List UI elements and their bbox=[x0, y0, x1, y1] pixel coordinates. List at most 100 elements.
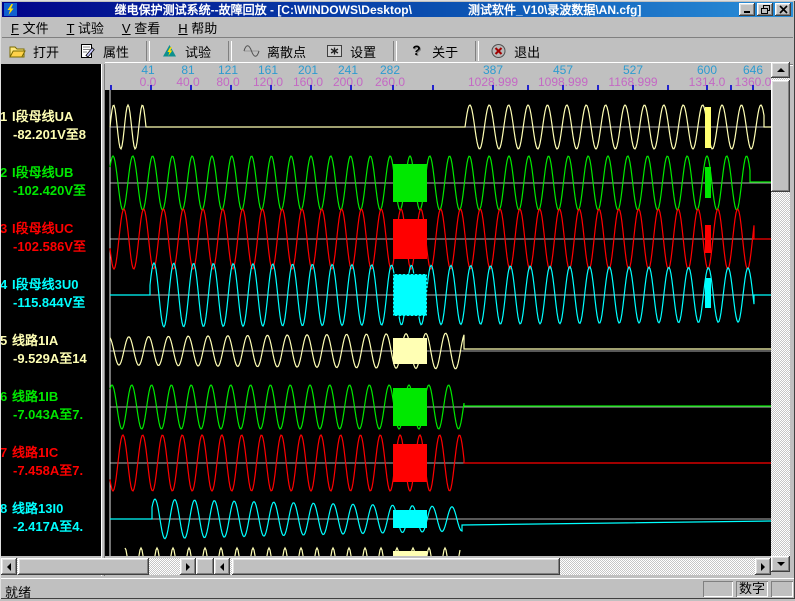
channel-range: -9.529A至14 bbox=[0, 350, 101, 368]
channel-label-6[interactable]: 6线路1IB-7.043A至7. bbox=[0, 388, 101, 424]
toolbar-button-label: 退出 bbox=[514, 42, 540, 61]
test-lightning-icon bbox=[161, 43, 178, 59]
channel-range: -2.417A至4. bbox=[0, 518, 101, 536]
fault-marker-square-ch5[interactable] bbox=[393, 338, 427, 364]
channel-name: 4I段母线3U0 bbox=[0, 276, 101, 294]
arrow-left-icon bbox=[7, 563, 11, 571]
window-title-right: 测试软件_V10\录波数据\AN.cfg] bbox=[468, 1, 641, 18]
channel-range: -115.844V至 bbox=[0, 294, 101, 312]
toolbar-button-打开[interactable]: 打开 bbox=[2, 40, 72, 63]
wave-hscroll-right-button[interactable] bbox=[755, 558, 771, 575]
fault-marker-square-ch8[interactable] bbox=[393, 510, 427, 528]
ruler-label: 282260.0 bbox=[350, 64, 430, 88]
channel-range: -102.586V至 bbox=[0, 238, 101, 256]
toolbar-button-关于[interactable]: ??关于 bbox=[401, 40, 471, 63]
toolbar-button-属性[interactable]: 属性 bbox=[72, 40, 142, 63]
status-ready-text: 就绪 bbox=[5, 582, 31, 601]
vscroll-thumb[interactable] bbox=[771, 80, 790, 192]
vertical-scrollbar[interactable] bbox=[771, 62, 790, 572]
channel-name: 3I段母线UC bbox=[0, 220, 101, 238]
channel-number: 1 bbox=[0, 108, 12, 126]
fault-marker-square-ch9[interactable] bbox=[393, 551, 427, 556]
scrollbar-splitter[interactable] bbox=[196, 558, 214, 575]
toolbar-button-离散点[interactable]: 离散点 bbox=[236, 40, 319, 63]
fault-marker-square-ch4[interactable] bbox=[393, 274, 427, 316]
fault-marker-square-ch3[interactable] bbox=[393, 219, 427, 259]
status-mode-panel: 数字 bbox=[736, 581, 768, 597]
open-folder-icon bbox=[9, 43, 26, 59]
minimize-button[interactable] bbox=[739, 3, 755, 16]
cursor-marker-bar-ch3[interactable] bbox=[705, 225, 711, 253]
toolbar-separator bbox=[475, 41, 479, 61]
label-hscroll-right-button[interactable] bbox=[180, 558, 196, 575]
channel-range: -82.201V至8 bbox=[0, 126, 101, 144]
arrow-right-icon bbox=[761, 563, 765, 571]
label-panel-hscrollbar[interactable] bbox=[1, 558, 196, 575]
channel-label-2[interactable]: 2I段母线UB-102.420V至 bbox=[0, 164, 101, 200]
toolbar-button-试验[interactable]: 试验 bbox=[154, 40, 224, 63]
channel-number: 6 bbox=[0, 388, 12, 406]
channel-label-7[interactable]: 7线路1IC-7.458A至7. bbox=[0, 444, 101, 480]
channel-label-8[interactable]: 8线路13I0-2.417A至4. bbox=[0, 500, 101, 536]
arrow-left-icon bbox=[220, 563, 224, 571]
exit-icon bbox=[490, 43, 507, 59]
cursor-marker-bar-ch2[interactable] bbox=[705, 167, 711, 198]
vscroll-down-button[interactable] bbox=[771, 556, 790, 572]
time-ruler: 410.08140.012180.0161120.0201160.0241200… bbox=[105, 62, 771, 91]
channel-number: 3 bbox=[0, 220, 12, 238]
toolbar-button-label: 设置 bbox=[350, 42, 376, 61]
fault-marker-square-ch6[interactable] bbox=[393, 388, 427, 426]
app-lightning-icon bbox=[4, 3, 17, 16]
toolbar-button-label: 离散点 bbox=[267, 42, 306, 61]
status-panel-empty-1 bbox=[703, 581, 733, 597]
channel-range: -7.043A至7. bbox=[0, 406, 101, 424]
svg-text:?: ? bbox=[412, 43, 421, 58]
arrow-right-icon bbox=[186, 563, 190, 571]
channel-label-3[interactable]: 3I段母线UC-102.586V至 bbox=[0, 220, 101, 256]
sine-wave-icon bbox=[243, 43, 260, 59]
cursor-marker-bar-ch1[interactable] bbox=[705, 107, 711, 148]
wave-hscroll-thumb[interactable] bbox=[232, 558, 560, 575]
channel-number: 7 bbox=[0, 444, 12, 462]
toolbar-separator bbox=[393, 41, 397, 61]
vscroll-up-button[interactable] bbox=[771, 62, 790, 78]
toolbar-button-设置[interactable]: 设置 bbox=[319, 40, 389, 63]
channel-name: 8线路13I0 bbox=[0, 500, 101, 518]
channel-number: 5 bbox=[0, 332, 12, 350]
channel-name: 2I段母线UB bbox=[0, 164, 101, 182]
toolbar-button-label: 试验 bbox=[185, 42, 211, 61]
menu-item-查看[interactable]: V 查看 bbox=[113, 16, 169, 39]
time-ms: 1360.0 bbox=[713, 76, 771, 88]
status-panel-empty-2 bbox=[771, 581, 793, 597]
toolbar-button-label: 打开 bbox=[33, 42, 59, 61]
ruler-label: 6461360.0 bbox=[713, 64, 771, 88]
waveform-hscrollbar[interactable] bbox=[214, 558, 771, 575]
restore-button[interactable] bbox=[757, 3, 773, 16]
fault-marker-square-ch7[interactable] bbox=[393, 444, 427, 482]
close-button[interactable] bbox=[775, 3, 791, 16]
channel-name: 7线路1IC bbox=[0, 444, 101, 462]
wave-hscroll-left-button[interactable] bbox=[214, 558, 230, 575]
channel-label-1[interactable]: 1I段母线UA-82.201V至8 bbox=[0, 108, 101, 144]
channel-number: 4 bbox=[0, 276, 12, 294]
time-ms: 260.0 bbox=[350, 76, 430, 88]
status-bar: 就绪 数字 bbox=[0, 578, 795, 600]
channel-label-5[interactable]: 5线路1IA-9.529A至14 bbox=[0, 332, 101, 368]
menu-item-文件[interactable]: F 文件 bbox=[2, 16, 58, 39]
channel-label-panel: 1I段母线UA-82.201V至8 2I段母线UB-102.420V至 3I段母线U… bbox=[0, 64, 101, 556]
menu-item-试验[interactable]: T 试验 bbox=[58, 16, 113, 39]
menu-bar: F 文件T 试验V 查看H 帮助 bbox=[2, 17, 793, 38]
channel-label-4[interactable]: 4I段母线3U0-115.844V至 bbox=[0, 276, 101, 312]
label-hscroll-left-button[interactable] bbox=[1, 558, 17, 575]
properties-icon bbox=[79, 43, 96, 59]
label-hscroll-thumb[interactable] bbox=[18, 558, 149, 575]
toolbar: 打开属性 试验 离散点 设置 ??关于 退出 bbox=[2, 38, 793, 65]
channel-range: -7.458A至7. bbox=[0, 462, 101, 480]
cursor-marker-bar-ch4[interactable] bbox=[705, 278, 711, 308]
menu-item-帮助[interactable]: H 帮助 bbox=[169, 16, 226, 39]
channel-name: 1I段母线UA bbox=[0, 108, 101, 126]
channel-number: 8 bbox=[0, 500, 12, 518]
toolbar-button-退出[interactable]: 退出 bbox=[483, 40, 553, 63]
toolbar-separator bbox=[228, 41, 232, 61]
fault-marker-square-ch2[interactable] bbox=[393, 164, 427, 202]
